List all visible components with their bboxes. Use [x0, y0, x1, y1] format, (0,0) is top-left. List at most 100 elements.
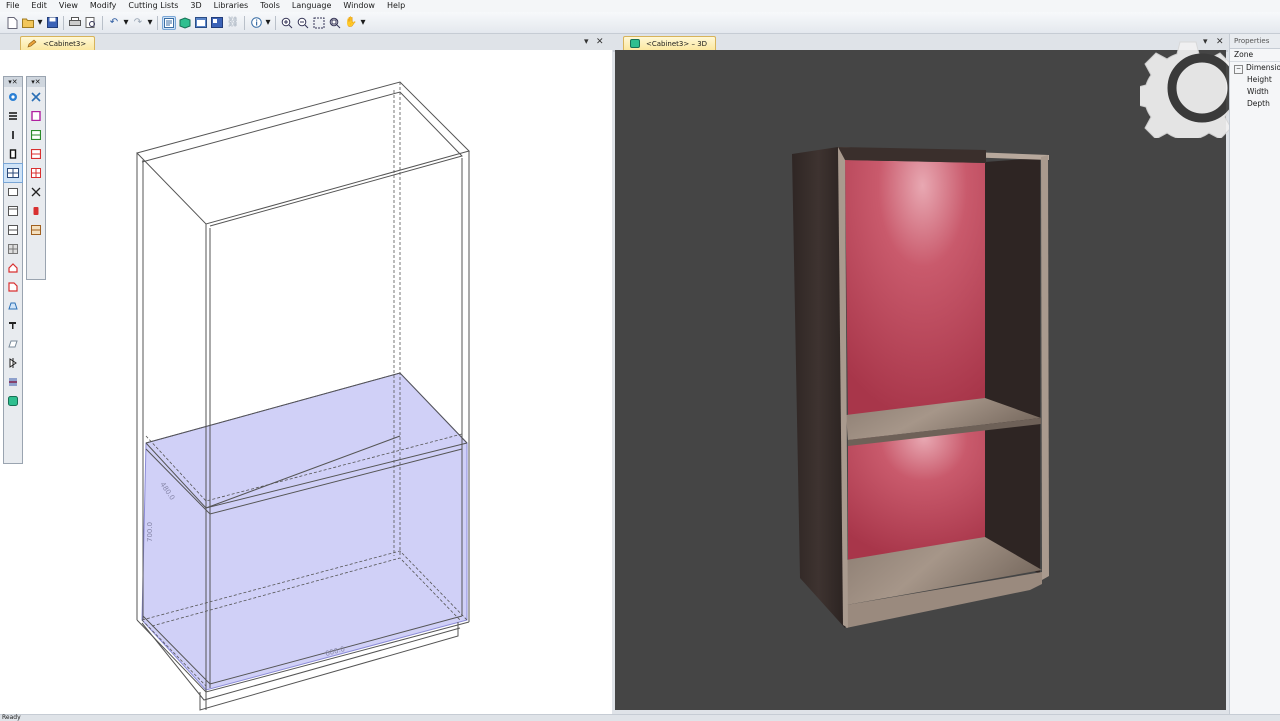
undo-icon[interactable]: ↶	[107, 16, 121, 30]
redo-icon[interactable]: ↷	[131, 16, 145, 30]
open-folder-icon[interactable]	[21, 16, 35, 30]
layers-icon[interactable]	[4, 373, 22, 391]
corner-cut-icon[interactable]	[4, 278, 22, 296]
window-layout-icon[interactable]	[194, 16, 208, 30]
trapezoid-icon[interactable]	[4, 297, 22, 315]
cube-view-icon[interactable]	[178, 16, 192, 30]
toolbar-separator	[63, 15, 64, 30]
toolbar-separator	[157, 15, 158, 30]
door-icon[interactable]	[4, 183, 22, 201]
menu-3d[interactable]: 3D	[184, 0, 207, 12]
toolbar-separator	[275, 15, 276, 30]
property-width[interactable]: Width	[1230, 86, 1280, 98]
tools-icon[interactable]	[27, 88, 45, 106]
info-icon[interactable]	[249, 16, 263, 30]
dimensions-group[interactable]: −Dimensions	[1230, 62, 1280, 74]
right-inner-wall	[985, 158, 1040, 574]
horizontal-divider-icon[interactable]	[4, 107, 22, 125]
cabinet-3d-pane: <Cabinet3> – 3D ▾ ✕	[613, 34, 1228, 714]
new-document-icon[interactable]	[5, 16, 19, 30]
cabinet-3d-render	[792, 147, 1049, 628]
collapse-icon[interactable]: −	[1234, 65, 1243, 74]
drawer-box-icon[interactable]	[27, 221, 45, 239]
render-viewport[interactable]	[615, 50, 1226, 710]
print-icon[interactable]	[68, 16, 82, 30]
tab-cabinet3[interactable]: <Cabinet3>	[20, 36, 96, 50]
component-tool-palette: ▾✕	[26, 76, 46, 280]
menu-tools[interactable]: Tools	[254, 0, 286, 12]
redo-dropdown-icon[interactable]: ▾	[147, 16, 153, 30]
property-height[interactable]: Height	[1230, 74, 1280, 86]
menu-file[interactable]: File	[0, 0, 25, 12]
cube-icon	[630, 39, 640, 48]
green-cube-icon[interactable]	[4, 392, 22, 410]
right-front-edge	[1041, 155, 1049, 580]
close-icon[interactable]: ✕	[596, 35, 604, 49]
link-icon[interactable]: ⛓	[226, 16, 240, 30]
menu-edit[interactable]: Edit	[25, 0, 53, 12]
select-tool-icon[interactable]	[4, 88, 22, 106]
back-panel-lower	[848, 425, 986, 560]
height-dimension-label: 700.0	[146, 522, 154, 542]
cross-tool-icon[interactable]	[27, 183, 45, 201]
zone-grid-icon[interactable]	[3, 163, 23, 183]
menu-modify[interactable]: Modify	[84, 0, 123, 12]
dimensions-group-label: Dimensions	[1246, 63, 1280, 72]
tab-dropdown-icon[interactable]: ▾	[584, 35, 589, 49]
shelf-icon[interactable]	[27, 126, 45, 144]
drawer-stack-icon[interactable]	[4, 221, 22, 239]
properties-icon[interactable]	[162, 15, 176, 30]
zoom-window-icon[interactable]	[328, 16, 342, 30]
arch-icon[interactable]	[4, 259, 22, 277]
selected-zone[interactable]	[141, 372, 468, 691]
grid-fill-icon[interactable]	[4, 240, 22, 258]
vertical-divider-icon[interactable]	[4, 126, 22, 144]
properties-header: Properties	[1230, 34, 1280, 49]
frame-icon[interactable]	[27, 107, 45, 125]
palette-grip-icon[interactable]: ▾✕	[4, 77, 22, 87]
skew-icon[interactable]	[4, 335, 22, 353]
panel-icon[interactable]	[4, 145, 22, 163]
tab-cabinet3-3d[interactable]: <Cabinet3> – 3D	[623, 36, 717, 50]
bottle-icon[interactable]	[27, 202, 45, 220]
properties-panel: Properties Zone −Dimensions Height Width…	[1229, 34, 1280, 714]
toolbar-separator	[244, 15, 245, 30]
print-preview-icon[interactable]	[84, 16, 98, 30]
menu-cutting-lists[interactable]: Cutting Lists	[122, 0, 184, 12]
menu-window[interactable]: Window	[337, 0, 381, 12]
shelf-red-icon[interactable]	[27, 145, 45, 163]
menu-bar: File Edit View Modify Cutting Lists 3D L…	[0, 0, 1280, 12]
main-toolbar: ▾ ↶ ▾ ↷ ▾ ⛓ ▾ ✋ ▾	[0, 12, 1280, 34]
toolbar-separator	[102, 15, 103, 30]
palette-grip-icon[interactable]: ▾✕	[27, 77, 45, 87]
render-icon[interactable]	[210, 16, 224, 30]
gear-watermark-icon	[1140, 41, 1235, 138]
open-dropdown-icon[interactable]: ▾	[37, 16, 43, 30]
save-icon[interactable]	[45, 16, 59, 30]
wireframe-viewport[interactable]: 480.0 700.0 600.0	[0, 50, 612, 714]
pencil-icon	[27, 39, 37, 48]
menu-language[interactable]: Language	[286, 0, 337, 12]
zoom-extents-icon[interactable]	[312, 16, 326, 30]
hammer-icon[interactable]	[4, 316, 22, 334]
zone-tool-palette: ▾✕	[3, 76, 23, 464]
pan-hand-icon[interactable]: ✋	[344, 16, 358, 30]
property-depth[interactable]: Depth	[1230, 98, 1280, 110]
zone-label: Zone	[1230, 49, 1280, 62]
undo-dropdown-icon[interactable]: ▾	[123, 16, 129, 30]
grid-red-icon[interactable]	[27, 164, 45, 182]
cabinet-2d-pane: <Cabinet3> ▾ ✕ 480.0 700.0 600.0 ▾✕ ▾✕	[0, 34, 612, 714]
drawer-icon[interactable]	[4, 202, 22, 220]
pan-dropdown-icon[interactable]: ▾	[360, 16, 366, 30]
tab-cabinet3-3d-label: <Cabinet3> – 3D	[646, 40, 708, 48]
back-panel-upper	[845, 160, 986, 418]
zoom-in-icon[interactable]	[280, 16, 294, 30]
menu-libraries[interactable]: Libraries	[208, 0, 255, 12]
cabinet-wireframe: 480.0 700.0 600.0	[136, 81, 470, 711]
info-dropdown-icon[interactable]: ▾	[265, 16, 271, 30]
menu-view[interactable]: View	[53, 0, 84, 12]
left-side-panel	[792, 147, 845, 628]
menu-help[interactable]: Help	[381, 0, 411, 12]
zoom-out-icon[interactable]	[296, 16, 310, 30]
mirror-icon[interactable]	[4, 354, 22, 372]
